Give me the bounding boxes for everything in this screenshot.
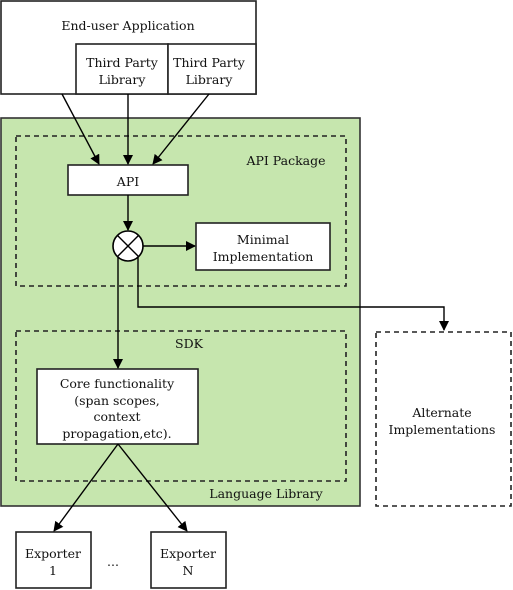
- third-party-library-1-label-line2: Library: [99, 72, 147, 87]
- alternate-label-line2: Implementations: [389, 422, 496, 437]
- architecture-diagram: End-user Application Third Party Library…: [0, 0, 512, 589]
- minimal-implementation-label-line2: Implementation: [213, 249, 314, 264]
- exporter-1-label-line1: Exporter: [25, 546, 81, 561]
- third-party-library-2-label-line1: Third Party: [173, 55, 246, 70]
- end-user-application-label: End-user Application: [61, 18, 194, 33]
- third-party-library-2-box: Third Party Library: [167, 43, 257, 95]
- core-functionality-box: Core functionality (span scopes, context…: [36, 368, 199, 445]
- third-party-library-1-label-line1: Third Party: [86, 55, 159, 70]
- ellipsis-label: ...: [107, 554, 119, 569]
- sdk-label: SDK: [175, 336, 204, 351]
- language-library-label: Language Library: [209, 486, 323, 501]
- exporter-1-box: Exporter 1: [15, 531, 92, 589]
- api-label: API: [116, 174, 139, 189]
- exporter-1-label-line2: 1: [49, 563, 57, 578]
- minimal-implementation-label-line1: Minimal: [237, 232, 289, 247]
- switch-node-icon: [112, 230, 144, 262]
- alternate-label-line1: Alternate: [411, 405, 471, 420]
- minimal-implementation-box: Minimal Implementation: [195, 222, 331, 271]
- exporter-n-label-line2: N: [183, 563, 194, 578]
- api-package-label: API Package: [245, 153, 325, 168]
- exporter-n-box: Exporter N: [150, 531, 227, 589]
- core-label-line2: (span scopes,: [74, 393, 160, 408]
- api-box: API: [67, 164, 189, 196]
- core-label-line4: propagation,etc).: [62, 426, 171, 441]
- core-label-line1: Core functionality: [60, 376, 175, 391]
- third-party-library-1-box: Third Party Library: [75, 43, 169, 95]
- third-party-library-2-label-line2: Library: [186, 72, 234, 87]
- core-label-line3: context: [93, 409, 140, 424]
- exporter-n-label-line1: Exporter: [160, 546, 216, 561]
- alternate-implementations-box: Alternate Implementations: [375, 331, 512, 507]
